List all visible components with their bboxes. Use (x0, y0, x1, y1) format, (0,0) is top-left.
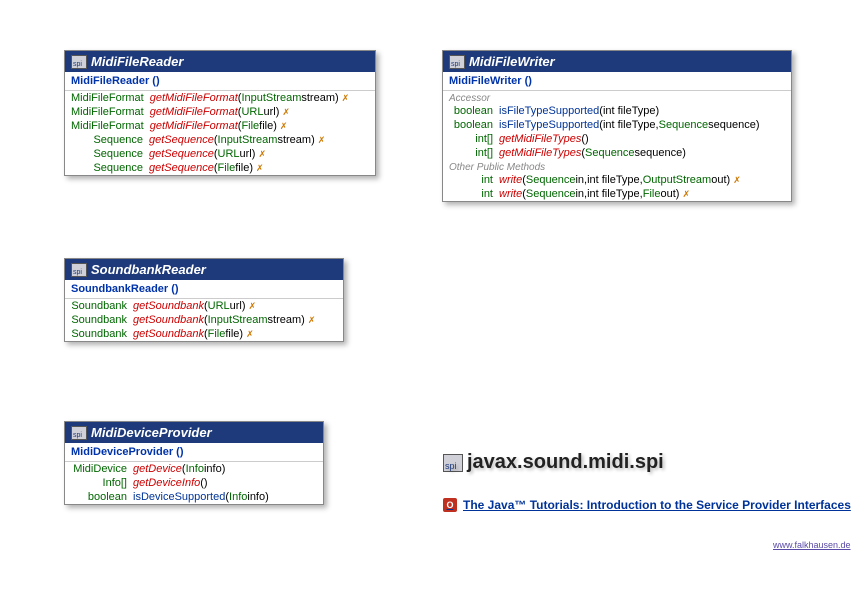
method-list: MidiFileFormatgetMidiFileFormat (InputSt… (65, 91, 375, 175)
method-row: SequencegetSequence (URL url)✗ (65, 147, 375, 161)
method-row: Info[]getDeviceInfo () (65, 476, 323, 490)
constructor: MidiFileReader () (65, 72, 375, 91)
spi-icon: spi (443, 454, 463, 472)
method-row: booleanisFileTypeSupported (int fileType… (443, 118, 791, 132)
section-label: Accessor (443, 91, 791, 104)
class-header: spi MidiDeviceProvider (65, 422, 323, 443)
method-row: MidiFileFormatgetMidiFileFormat (URL url… (65, 105, 375, 119)
class-title: MidiDeviceProvider (91, 425, 212, 440)
constructor: SoundbankReader () (65, 280, 343, 299)
constructor: MidiDeviceProvider () (65, 443, 323, 462)
method-row: SoundbankgetSoundbank (File file)✗ (65, 327, 343, 341)
method-row: booleanisFileTypeSupported (int fileType… (443, 104, 791, 118)
tutorial-text: The Java™ Tutorials: Introduction to the… (463, 498, 851, 512)
class-midifilereader: spi MidiFileReader MidiFileReader () Mid… (64, 50, 376, 176)
package-title: spi javax.sound.midi.spi (443, 451, 664, 474)
method-list: intwrite (Sequence in, int fileType, Out… (443, 173, 791, 201)
method-row: SequencegetSequence (File file)✗ (65, 161, 375, 175)
method-row: SoundbankgetSoundbank (URL url)✗ (65, 299, 343, 313)
class-title: SoundbankReader (91, 262, 206, 277)
tutorial-link[interactable]: O The Java™ Tutorials: Introduction to t… (443, 498, 851, 512)
class-header: spi MidiFileWriter (443, 51, 791, 72)
method-row: booleanisDeviceSupported (Info info) (65, 490, 323, 504)
constructor: MidiFileWriter () (443, 72, 791, 91)
class-soundbankreader: spi SoundbankReader SoundbankReader () S… (64, 258, 344, 342)
method-row: SequencegetSequence (InputStream stream)… (65, 133, 375, 147)
method-row: MidiFileFormatgetMidiFileFormat (File fi… (65, 119, 375, 133)
class-title: MidiFileWriter (469, 54, 555, 69)
package-name: javax.sound.midi.spi (467, 451, 664, 474)
class-mididevicerovider: spi MidiDeviceProvider MidiDeviceProvide… (64, 421, 324, 505)
method-row: SoundbankgetSoundbank (InputStream strea… (65, 313, 343, 327)
method-list: SoundbankgetSoundbank (URL url)✗Soundban… (65, 299, 343, 341)
spi-icon: spi (71, 426, 87, 440)
method-row: intwrite (Sequence in, int fileType, Out… (443, 173, 791, 187)
class-title: MidiFileReader (91, 54, 183, 69)
spi-icon: spi (71, 55, 87, 69)
method-row: intwrite (Sequence in, int fileType, Fil… (443, 187, 791, 201)
class-header: spi SoundbankReader (65, 259, 343, 280)
spi-icon: spi (449, 55, 465, 69)
method-list: MidiDevicegetDevice (Info info)Info[]get… (65, 462, 323, 504)
spi-icon: spi (71, 263, 87, 277)
section-label: Other Public Methods (443, 160, 791, 173)
method-list: booleanisFileTypeSupported (int fileType… (443, 104, 791, 160)
oracle-icon: O (443, 498, 457, 512)
class-header: spi MidiFileReader (65, 51, 375, 72)
method-row: MidiFileFormatgetMidiFileFormat (InputSt… (65, 91, 375, 105)
footer-link[interactable]: www.falkhausen.de (773, 540, 851, 550)
class-midifilewriter: spi MidiFileWriter MidiFileWriter () Acc… (442, 50, 792, 202)
method-row: int[]getMidiFileTypes (Sequence sequence… (443, 146, 791, 160)
method-row: MidiDevicegetDevice (Info info) (65, 462, 323, 476)
method-row: int[]getMidiFileTypes () (443, 132, 791, 146)
